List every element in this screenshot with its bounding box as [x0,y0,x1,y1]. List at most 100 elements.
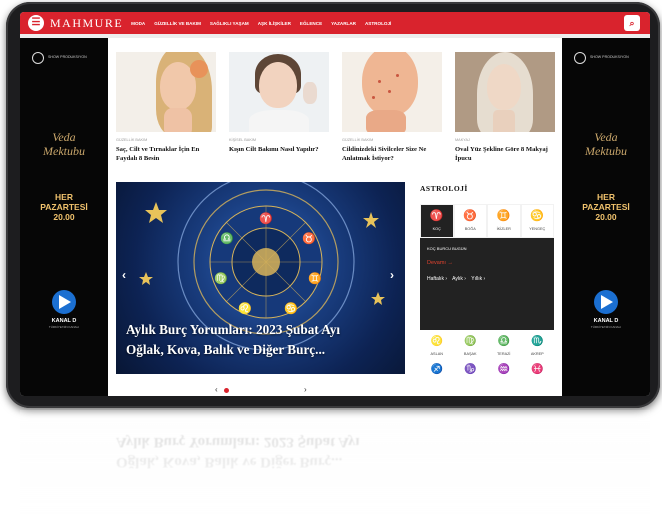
menu-icon[interactable]: ☰ [28,15,44,31]
ad-schedule: HER PAZARTESİ 20.00 [562,192,650,222]
nav-link-yazarlar[interactable]: YAZARLAR [331,21,356,26]
nav-link-eglence[interactable]: EĞLENCE [300,21,322,26]
svg-text:♈: ♈ [259,212,273,225]
tab-koc[interactable]: ♈ KOÇ [420,204,454,238]
tab-label: KOÇ [432,227,441,231]
nav-link-astroloji[interactable]: ASTROLOJİ [365,21,391,26]
zodiac-basak[interactable]: ♍ BAŞAK [454,334,488,362]
article-card[interactable]: KİŞİSEL BAKIM Kışın Cilt Bakımı Nasıl Ya… [229,52,329,154]
tab-ikizler[interactable]: ♊ İKİZLER [487,204,521,238]
zodiac-label: BAŞAK [463,352,477,356]
ad-channel-sub: TÜRKİYE'NİN KANALI [590,325,622,329]
hero-caption[interactable]: Aylık Burç Yorumları: 2023 Şubat Ayı Oğl… [126,320,391,360]
zodiac-terazi[interactable]: ♎ TERAZİ [487,334,521,362]
article-thumbnail[interactable] [229,52,329,132]
zodiac-aslan[interactable]: ♌ ASLAN [420,334,454,362]
pisces-icon: ♓ [531,364,544,375]
tablet-frame: ☰ MAHMURE MODA GÜZELLİK VE BAKIM SAĞLIKL… [6,2,660,408]
tab-label: BOĞA [464,227,476,231]
right-ad-banner[interactable]: SHOW PRODUKSIYON Veda Mektubu HER PAZART… [562,38,650,396]
nav-divider [20,34,650,38]
tab-label: YENGEÇ [529,227,546,231]
ad-title-line1: Veda [594,130,618,144]
read-more-link[interactable]: Devamı → [427,260,547,266]
zodiac-label: ASLAN [430,352,443,356]
scorpio-icon: ♏ [531,336,544,347]
ad-show-title: Veda Mektubu [20,130,108,158]
zodiac-akrep[interactable]: ♏ AKREP [521,334,555,362]
device-reflection: Oğlak, Kova, Balık ve Diğer Burç... Aylı… [6,410,660,520]
article-title[interactable]: Saç, Cilt ve Tırnaklar İçin En Faydalı 8… [116,145,216,163]
svg-text:♌: ♌ [238,302,252,315]
article-thumbnail[interactable] [116,52,216,132]
horoscope-subtitle: KOÇ BURCU BUGÜN [427,246,467,251]
tab-boga[interactable]: ♉ BOĞA [453,204,487,238]
hero-prev-button[interactable]: ‹ [122,268,126,282]
article-thumbnail[interactable] [455,52,555,132]
svg-text:♊: ♊ [308,272,322,285]
yearly-link[interactable]: Yıllık › [471,276,485,282]
kanal-d-logo-icon [594,290,618,314]
article-title[interactable]: Oval Yüz Şekline Göre 8 Makyaj İpucu [455,145,555,163]
nav-link-saglikli-yasam[interactable]: SAĞLIKLI YAŞAM [210,21,249,26]
zodiac-oglak[interactable]: ♑ [454,362,488,390]
article-category: KİŞİSEL BAKIM [229,138,257,142]
production-badge-icon [32,52,44,64]
search-icon[interactable]: ⌕ [624,15,640,31]
kanal-d-logo-icon [52,290,76,314]
left-ad-banner[interactable]: SHOW PRODUKSIYON Veda Mektubu HER PAZART… [20,38,108,396]
article-card[interactable]: GÜZELLİK BAKIM Saç, Cilt ve Tırnaklar İç… [116,52,216,163]
top-navbar: ☰ MAHMURE MODA GÜZELLİK VE BAKIM SAĞLIKL… [20,12,650,34]
article-title[interactable]: Kışın Cilt Bakımı Nasıl Yapılır? [229,145,329,154]
ad-title-line2: Mektubu [43,144,85,158]
cancer-icon: ♋ [530,210,545,222]
pager-dot-active[interactable] [224,388,229,393]
reflection-line2: Oğlak, Kova, Balık ve Diğer Burç... [116,454,343,470]
pager-next-button[interactable]: › [304,385,307,394]
ad-channel-sub: TÜRKİYE'NİN KANALI [48,325,80,329]
leo-icon: ♌ [430,336,443,347]
nav-link-moda[interactable]: MODA [131,21,145,26]
hero-slider[interactable]: ♈ ♉ ♊ ♋ ♌ ♍ ♎ ‹ › Aylık Burç Yorumları: … [116,182,405,374]
tab-label: İKİZLER [496,227,511,231]
gemini-icon: ♊ [496,210,511,222]
monthly-link[interactable]: Aylık › [452,276,466,282]
horoscope-panel: KOÇ BURCU BUGÜN Devamı → Haftalık › Aylı… [420,238,554,330]
pager-prev-button[interactable]: ‹ [215,385,218,394]
ad-day-line1: HER [597,192,615,202]
reflection-line1: Aylık Burç Yorumları: 2023 Şubat Ayı [116,434,360,450]
svg-text:♋: ♋ [284,302,298,315]
hero-next-button[interactable]: › [390,268,394,282]
ad-title-line2: Mektubu [585,144,627,158]
ad-channel: KANAL D [593,318,619,324]
ad-time: 20.00 [595,212,617,222]
hero-caption-line2: Oğlak, Kova, Balık ve Diğer Burç... [126,342,326,357]
virgo-icon: ♍ [464,336,477,347]
tab-yengec[interactable]: ♋ YENGEÇ [520,204,554,238]
ad-badge-text: SHOW PRODUKSIYON [590,55,629,59]
nav-link-guzellik[interactable]: GÜZELLİK VE BAKIM [154,21,201,26]
reflection-caption: Oğlak, Kova, Balık ve Diğer Burç... Aylı… [116,432,416,472]
zodiac-balik[interactable]: ♓ [521,362,555,390]
reflection-body [20,410,650,520]
article-card[interactable]: MAKYAJ Oval Yüz Şekline Göre 8 Makyaj İp… [455,52,555,163]
hero-caption-line1: Aylık Burç Yorumları: 2023 Şubat Ayı [126,322,341,337]
article-thumbnail[interactable] [342,52,442,132]
zodiac-label: AKREP [530,352,544,356]
svg-text:♉: ♉ [302,232,316,245]
nav-link-ask-iliskiler[interactable]: AŞK İLİŞKİLER [258,21,291,26]
aries-icon: ♈ [429,210,444,222]
ad-show-title: Veda Mektubu [562,130,650,158]
zodiac-kova[interactable]: ♒ [487,362,521,390]
zodiac-yay[interactable]: ♐ [420,362,454,390]
zodiac-label: TERAZİ [496,352,511,356]
article-title[interactable]: Cildinizdeki Sivilceler Size Ne Anlatmak… [342,145,442,163]
site-logo[interactable]: MAHMURE [50,16,123,31]
svg-text:♎: ♎ [220,232,234,245]
article-card[interactable]: GÜZELLİK BAKIM Cildinizdeki Sivilceler S… [342,52,442,163]
website-screen: ☰ MAHMURE MODA GÜZELLİK VE BAKIM SAĞLIKL… [20,12,650,396]
weekly-link[interactable]: Haftalık › [427,276,447,282]
libra-icon: ♎ [497,336,510,347]
zodiac-tabs: ♈ KOÇ ♉ BOĞA ♊ İKİZLER ♋ YENGEÇ [420,204,554,238]
sagittarius-icon: ♐ [430,364,443,375]
